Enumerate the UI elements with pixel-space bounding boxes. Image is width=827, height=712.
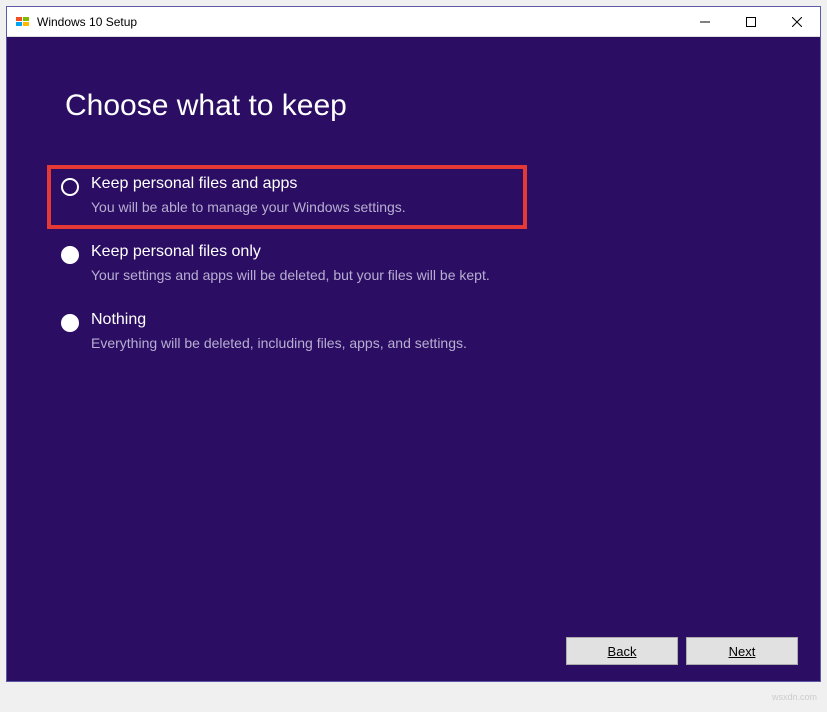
content-area: Choose what to keep Keep personal files … <box>7 37 820 681</box>
radio-icon <box>61 178 79 196</box>
options-group: Keep personal files and apps You will be… <box>47 165 780 365</box>
option-keep-files-apps[interactable]: Keep personal files and apps You will be… <box>47 165 527 229</box>
watermark: wsxdn.com <box>772 692 817 702</box>
maximize-button[interactable] <box>728 7 774 37</box>
titlebar: Windows 10 Setup <box>7 7 820 37</box>
footer-buttons: Back Next <box>566 637 798 665</box>
option-keep-files-only[interactable]: Keep personal files only Your settings a… <box>47 233 780 297</box>
option-description: Everything will be deleted, including fi… <box>91 335 766 351</box>
window-controls <box>682 7 820 37</box>
page-title: Choose what to keep <box>65 89 780 123</box>
option-label: Keep personal files and apps <box>91 175 513 193</box>
app-icon <box>15 14 31 30</box>
minimize-button[interactable] <box>682 7 728 37</box>
back-button-label: Back <box>608 644 637 659</box>
option-nothing[interactable]: Nothing Everything will be deleted, incl… <box>47 301 780 365</box>
next-button-label: Next <box>729 644 756 659</box>
option-description: Your settings and apps will be deleted, … <box>91 267 766 283</box>
option-label: Keep personal files only <box>91 243 766 261</box>
radio-icon <box>61 246 79 264</box>
close-button[interactable] <box>774 7 820 37</box>
option-description: You will be able to manage your Windows … <box>91 199 513 215</box>
back-button[interactable]: Back <box>566 637 678 665</box>
option-label: Nothing <box>91 311 766 329</box>
window-title: Windows 10 Setup <box>37 15 682 29</box>
setup-window: Windows 10 Setup Choose what to keep Kee… <box>6 6 821 682</box>
next-button[interactable]: Next <box>686 637 798 665</box>
radio-icon <box>61 314 79 332</box>
